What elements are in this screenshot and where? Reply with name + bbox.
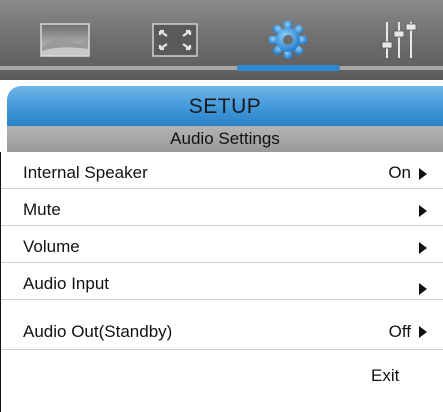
menu-item-internal-speaker[interactable]: Internal Speaker On (1, 152, 443, 189)
menu-item-audio-out-standby[interactable]: Audio Out(Standby) Off (1, 300, 443, 350)
menu-item-mute[interactable]: Mute (1, 189, 443, 226)
menu-item-label: Mute (23, 200, 61, 219)
exit-row: Exit (1, 350, 443, 385)
menu-item-label: Audio Out(Standby) (23, 322, 173, 341)
osd-menu: SETUP Audio Settings Internal Speaker On… (0, 0, 443, 412)
chevron-right-icon (419, 326, 427, 338)
menu-item-label: Volume (23, 237, 80, 256)
chevron-right-icon (419, 242, 427, 254)
menu-list: Internal Speaker On Mute Volume Audio In… (0, 152, 443, 412)
picture-icon (40, 23, 90, 57)
gear-icon (268, 20, 308, 60)
active-tab-indicator (237, 65, 340, 71)
exit-button[interactable]: Exit (371, 366, 399, 386)
audio-sliders-icon (381, 20, 417, 60)
section-bar: Audio Settings (7, 126, 443, 152)
menu-item-audio-input[interactable]: Audio Input (1, 263, 443, 300)
section-title: Audio Settings (170, 129, 280, 148)
chevron-right-icon (419, 168, 427, 180)
chevron-right-icon (419, 205, 427, 217)
tab-audio[interactable] (355, 0, 443, 80)
menu-item-volume[interactable]: Volume (1, 226, 443, 263)
screen-fit-icon (152, 23, 198, 57)
menu-item-label: Audio Input (23, 274, 110, 293)
menu-item-label: Internal Speaker (23, 163, 148, 182)
menu-item-value: On (388, 163, 411, 182)
menu-header: SETUP (7, 86, 443, 126)
chevron-right-icon (419, 283, 427, 295)
tab-picture[interactable] (20, 0, 110, 80)
tab-screen[interactable] (130, 0, 220, 80)
page-title: SETUP (188, 95, 262, 118)
tab-bar (0, 0, 443, 80)
menu-item-value: Off (388, 322, 411, 341)
